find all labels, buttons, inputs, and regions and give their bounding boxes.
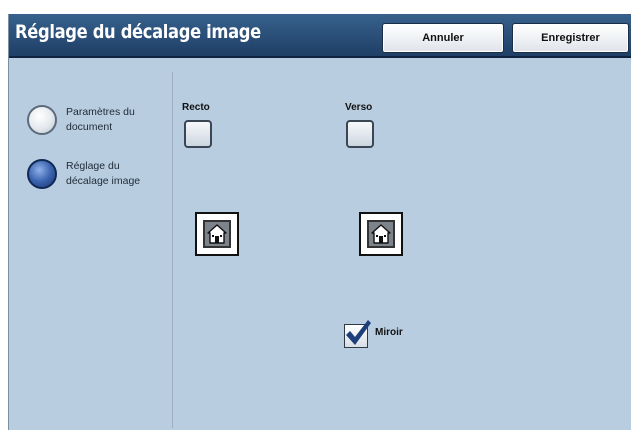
mirror-checkbox[interactable] [344, 320, 371, 348]
dialog-frame: Réglage du décalage image Annuler Enregi… [8, 14, 631, 430]
page-title: Réglage du décalage image [15, 21, 261, 43]
recto-button[interactable] [184, 120, 212, 148]
verso-preview [359, 212, 403, 256]
save-button[interactable]: Enregistrer [512, 23, 629, 53]
recto-label: Recto [182, 102, 210, 113]
home-icon [207, 224, 227, 244]
title-bar: Réglage du décalage image Annuler Enregi… [9, 14, 631, 58]
radio-image-shift[interactable] [27, 159, 57, 189]
checkmark-icon [346, 320, 371, 345]
option-document-settings[interactable]: Paramètres du document [27, 105, 148, 135]
option-image-shift[interactable]: Réglage du décalage image [27, 159, 148, 189]
vertical-divider [172, 72, 173, 428]
cancel-button[interactable]: Annuler [382, 23, 504, 53]
mirror-label: Miroir [375, 327, 403, 338]
recto-preview [195, 212, 239, 256]
option-image-shift-label: Réglage du décalage image [66, 160, 141, 187]
verso-label: Verso [345, 102, 373, 113]
option-document-settings-label: Paramètres du document [66, 106, 135, 133]
verso-button[interactable] [346, 120, 374, 148]
home-icon [371, 224, 391, 244]
radio-document-settings[interactable] [27, 105, 57, 135]
